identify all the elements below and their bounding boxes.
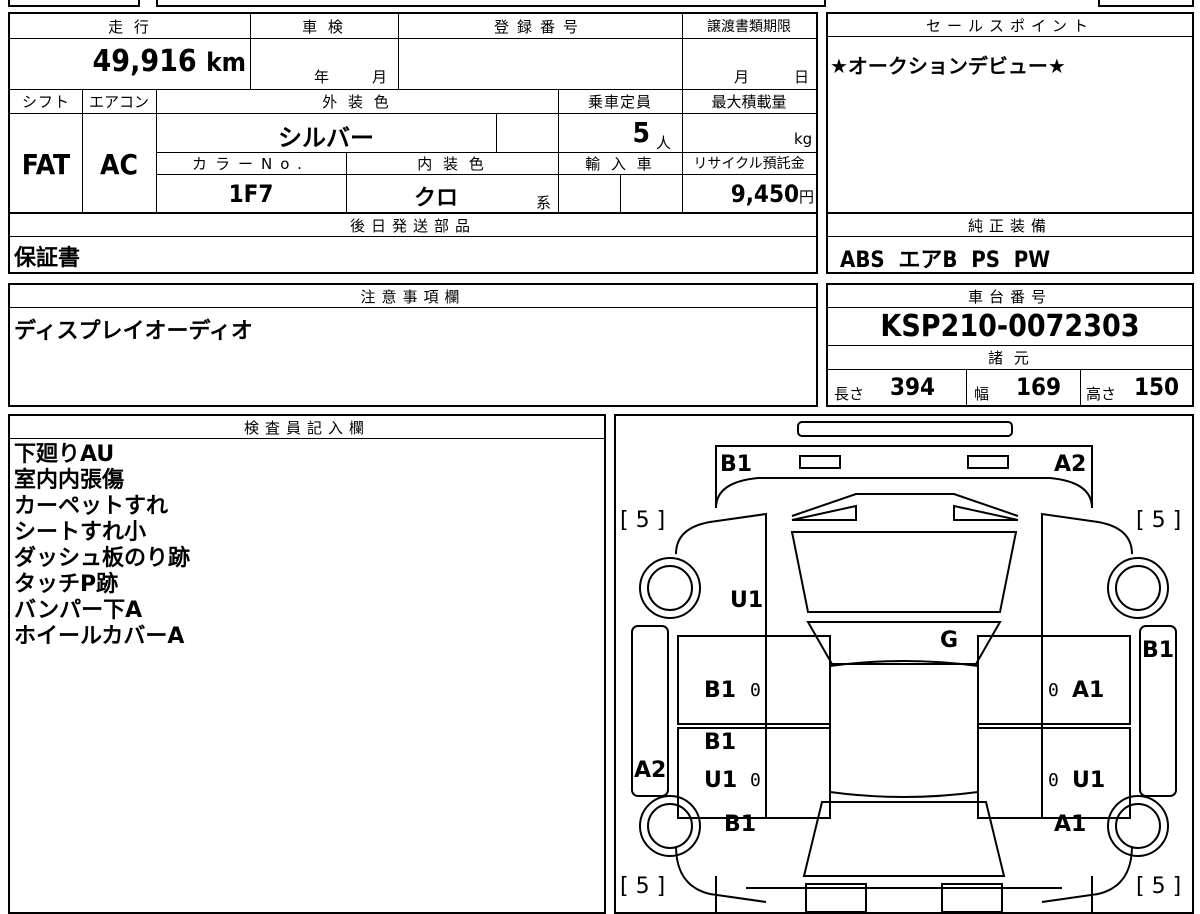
sales-point-value: ★オークションデビュー★ <box>830 54 1066 78</box>
color-number-value: 1F7 <box>228 180 274 208</box>
inspector-line: カーペットすれ <box>14 494 169 519</box>
mark-door-front-right: A1 <box>1072 678 1105 703</box>
notes-value: ディスプレイオーディオ <box>14 319 253 344</box>
mileage-number: 49,916 <box>92 44 197 79</box>
front-bumper-shape <box>797 421 1013 437</box>
inspector-lines: 下廻りAU 室内内張傷 カーペットすれ シートすれ小 ダッシュ板のり跡 タッチP… <box>14 442 190 650</box>
tire-rear-left: [ 5 ] <box>620 874 666 899</box>
exterior-color-value: シルバー <box>278 124 374 152</box>
recycle-fee-value: 9,450円 <box>682 180 814 208</box>
length-value: 394 <box>890 373 936 401</box>
tire-front-left: [ 5 ] <box>620 508 666 533</box>
equipment-block: 純正装備 ABS エアB PS PW <box>826 212 1194 274</box>
ac-label: エアコン <box>88 92 149 111</box>
deadline-day: 日 <box>794 68 810 86</box>
width-label: 幅 <box>974 385 990 403</box>
mark-rear-right: A1 <box>1054 812 1087 837</box>
exterior-color-label: 外 装 色 <box>322 92 392 111</box>
later-parts-value: 保証書 <box>14 246 81 271</box>
shift-label: シフト <box>21 92 70 111</box>
ac-value: AC <box>100 148 138 181</box>
sales-point-block: セールスポイント ★オークションデビュー★ <box>826 12 1194 214</box>
tire-front-right: [ 5 ] <box>1136 508 1182 533</box>
inspector-label: 検査員記入欄 <box>10 416 604 439</box>
later-parts-label: 後日発送部品 <box>10 214 816 237</box>
inspection-month: 月 <box>372 68 388 86</box>
mileage-label: 走 行 <box>108 17 152 36</box>
inspector-line: 下廻りAU <box>14 442 115 467</box>
mileage-value: 49,916 km <box>10 44 246 79</box>
specs-label: 諸 元 <box>988 348 1032 367</box>
interior-color-suffix: 系 <box>536 194 552 212</box>
interior-color-label: 内 装 色 <box>417 154 487 173</box>
roof-shape <box>829 660 979 798</box>
chassis-block: 車台番号 KSP210-0072303 諸 元 長さ 394 幅 169 高さ … <box>826 283 1194 407</box>
chassis-number: KSP210-0072303 <box>880 309 1140 344</box>
deadline-label: 譲渡書類期限 <box>707 19 791 35</box>
mark-front-right: A2 <box>1054 452 1087 477</box>
mark-side-left: A2 <box>634 758 667 783</box>
interior-color-value: クロ <box>413 186 458 211</box>
notes-label: 注意事項欄 <box>10 285 816 308</box>
tire-rear-right: [ 5 ] <box>1136 874 1182 899</box>
top-strip <box>8 0 1194 8</box>
cowl-shape <box>806 621 1002 665</box>
inspector-line: ダッシュ板のり跡 <box>14 546 191 571</box>
windshield-shape <box>790 531 1018 613</box>
mark-rear-left: B1 <box>724 812 757 837</box>
mark-fender-right: B1 <box>1142 638 1175 663</box>
registration-number-label: 登録番号 <box>493 17 586 36</box>
mark-door-rear-left: U1 <box>704 768 738 793</box>
inspector-line: ホイールカバーA <box>14 624 185 649</box>
inspector-line: バンパー下A <box>14 598 143 623</box>
import-label: 輸 入 車 <box>585 154 655 173</box>
inspector-line: タッチP跡 <box>14 572 119 597</box>
headlight-right <box>967 455 1009 469</box>
mark-zero-front-left: 0 <box>750 680 761 701</box>
inspector-block: 検査員記入欄 下廻りAU 室内内張傷 カーペットすれ シートすれ小 ダッシュ板の… <box>8 414 606 914</box>
mark-front-left: B1 <box>720 452 753 477</box>
chassis-label: 車台番号 <box>828 285 1192 308</box>
mark-hood-left: U1 <box>730 588 764 613</box>
car-diagram-block: [ 5 ] [ 5 ] [ 5 ] [ 5 ] B1 A2 U1 G B1 B1… <box>614 414 1194 914</box>
max-load-unit: kg <box>794 130 813 148</box>
equipment-value: ABS エアB PS PW <box>840 248 1051 273</box>
color-number-label: カラーNo. <box>192 154 310 173</box>
mark-windshield: G <box>940 628 959 653</box>
deadline-month: 月 <box>734 68 750 86</box>
capacity-value: 5 <box>632 116 650 149</box>
width-value: 169 <box>1016 373 1062 401</box>
height-label: 高さ <box>1086 385 1117 403</box>
equipment-label: 純正装備 <box>828 214 1192 237</box>
height-value: 150 <box>1134 373 1180 401</box>
recycle-fee-unit: 円 <box>798 188 814 206</box>
length-label: 長さ <box>834 385 865 403</box>
vehicle-info-block: 走 行 車 検 登録番号 譲渡書類期限 49,916 km 年 月 月 日 シフ… <box>8 12 818 214</box>
mark-zero-rear-left: 0 <box>750 770 761 791</box>
mark-door-rear-left-top: B1 <box>704 730 737 755</box>
sales-point-label: セールスポイント <box>828 14 1192 37</box>
capacity-unit: 人 <box>656 134 672 152</box>
rear-end-shape <box>715 876 1093 912</box>
max-load-label: 最大積載量 <box>711 92 787 111</box>
inspector-line: 室内内張傷 <box>14 468 125 493</box>
recycle-fee-label: リサイクル預託金 <box>693 156 805 172</box>
mark-zero-front-right: 0 <box>1048 680 1059 701</box>
headlight-left <box>799 455 841 469</box>
mark-zero-rear-right: 0 <box>1048 770 1059 791</box>
shift-value: FAT <box>21 148 71 181</box>
notes-block: 注意事項欄 ディスプレイオーディオ <box>8 283 818 407</box>
capacity-label: 乗車定員 <box>587 92 652 111</box>
inspector-line: シートすれ小 <box>14 520 147 545</box>
recycle-fee-number: 9,450 <box>730 180 799 208</box>
later-parts-block: 後日発送部品 保証書 <box>8 212 818 274</box>
mark-door-front-left: B1 <box>704 678 737 703</box>
mileage-unit: km <box>206 48 246 78</box>
car-diagram <box>631 421 1177 912</box>
inspection-label: 車 検 <box>302 17 346 36</box>
rear-window-shape <box>802 801 1006 877</box>
mark-door-rear-right: U1 <box>1072 768 1106 793</box>
inspection-year: 年 <box>314 68 330 86</box>
